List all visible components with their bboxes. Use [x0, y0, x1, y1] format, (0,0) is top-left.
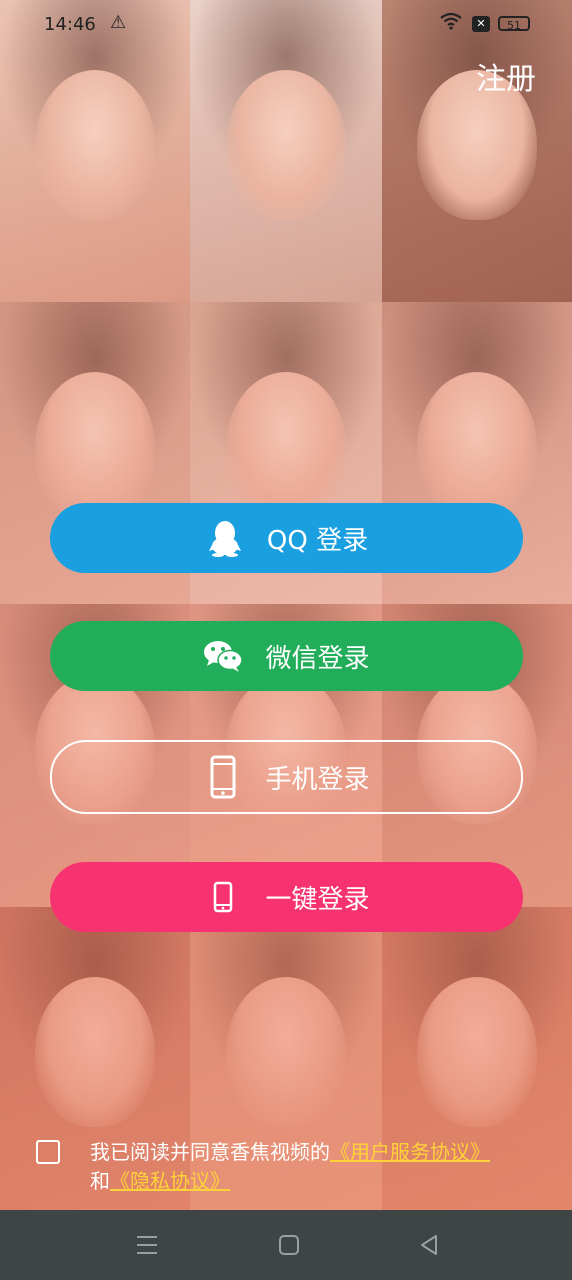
mobile-phone-icon: [203, 755, 243, 799]
agreement-prefix: 我已阅读并同意香焦视频的: [90, 1140, 330, 1164]
agreement-conjunction: 和: [90, 1169, 110, 1193]
qq-login-button[interactable]: QQ 登录: [50, 503, 523, 573]
one-key-login-button[interactable]: 一键登录: [50, 862, 523, 932]
one-key-login-label: 一键登录: [265, 884, 370, 915]
agreement-text: 我已阅读并同意香焦视频的《用户服务协议》 和《隐私协议》: [90, 1138, 560, 1196]
user-service-agreement-link[interactable]: 《用户服务协议》: [330, 1140, 490, 1164]
wechat-login-label: 微信登录: [265, 643, 370, 674]
phone-login-button[interactable]: 手机登录: [50, 740, 523, 814]
agreement-checkbox[interactable]: [36, 1140, 60, 1164]
warning-icon: ⚠: [110, 12, 127, 33]
status-time: 14:46: [44, 14, 96, 35]
home-square-icon[interactable]: [276, 1232, 302, 1258]
qq-login-label: QQ 登录: [266, 525, 369, 556]
battery-indicator: 51: [498, 16, 530, 32]
wechat-login-button[interactable]: 微信登录: [50, 621, 523, 691]
login-screen: 14:46 ⚠ ✕ 51 注册 QQ 登录 微信登录 手机登录 一键登录 我已阅…: [0, 0, 572, 1280]
qq-penguin-icon: [205, 518, 245, 558]
tint-overlay: [0, 0, 572, 1210]
menu-icon[interactable]: [134, 1232, 160, 1258]
mobile-phone-icon: [203, 877, 243, 917]
privacy-agreement-link[interactable]: 《隐私协议》: [110, 1169, 230, 1193]
register-button[interactable]: 注册: [476, 54, 536, 98]
sim-disabled-icon: ✕: [472, 16, 490, 32]
status-bar: 14:46 ⚠ ✕ 51: [0, 0, 572, 50]
back-triangle-icon[interactable]: [416, 1232, 442, 1258]
phone-login-label: 手机登录: [265, 764, 370, 795]
wifi-icon: [440, 12, 462, 30]
wechat-icon: [203, 636, 244, 676]
system-navigation-bar: [0, 1210, 572, 1280]
